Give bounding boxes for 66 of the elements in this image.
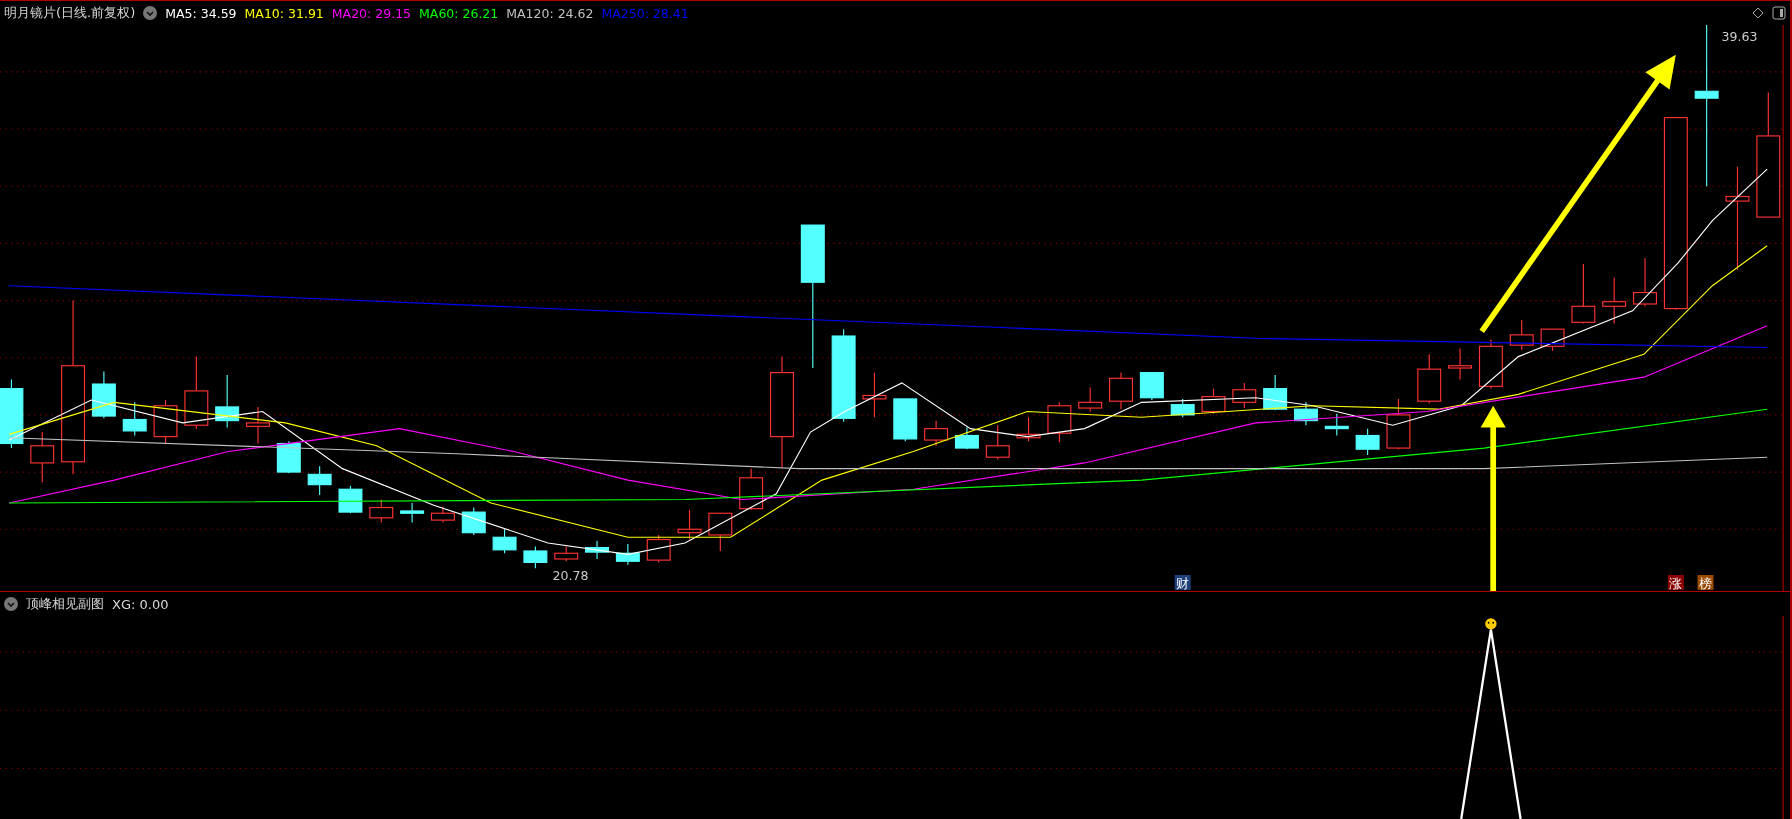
candlestick — [1478, 338, 1503, 390]
high-price-label: 39.63 — [1721, 29, 1758, 44]
candlestick — [739, 468, 764, 511]
candlestick — [1633, 257, 1657, 307]
candlestick — [1016, 416, 1041, 442]
candlestick — [1047, 401, 1072, 443]
candlestick — [1355, 428, 1380, 456]
candlestick — [30, 431, 55, 483]
ma-legend: MA20: 29.15 — [331, 5, 412, 21]
candlestick — [1448, 348, 1473, 381]
event-marker[interactable]: 财 — [1174, 575, 1191, 591]
diamond-icon[interactable] — [1752, 7, 1764, 19]
candlestick — [276, 440, 301, 474]
candlestick — [492, 528, 517, 554]
candlestick — [1109, 372, 1133, 410]
chart-title: 明月镜片(日线.前复权) — [4, 4, 136, 22]
candlestick — [430, 505, 455, 523]
candlestick — [954, 426, 979, 450]
candlestick — [554, 545, 579, 562]
candlestick — [585, 540, 610, 560]
candlestick — [307, 465, 332, 496]
candlestick — [91, 370, 116, 419]
indicator-value: XG: 0.00 — [112, 596, 169, 612]
candlestick — [1263, 374, 1288, 411]
ma-legend: MA250: 28.41 — [601, 5, 689, 21]
candlestick — [153, 399, 178, 445]
ma-legend: MA5: 34.59 — [165, 5, 237, 21]
candlestick — [862, 372, 887, 418]
smiley-icon — [1485, 618, 1497, 630]
candlestick — [215, 374, 240, 429]
candlestick — [1232, 382, 1257, 409]
ma-legend: MA10: 31.91 — [244, 5, 324, 21]
panel-icon[interactable] — [1772, 6, 1786, 20]
candlestick — [1201, 388, 1226, 415]
candlestick — [338, 485, 363, 514]
candlestick — [924, 420, 949, 447]
ma-legend: MA120: 24.62 — [506, 5, 594, 21]
candlestick — [985, 424, 1010, 461]
candlestick — [0, 378, 24, 449]
collapse-icon[interactable] — [4, 597, 18, 611]
candlestick — [1294, 401, 1318, 426]
candlestick — [1571, 263, 1596, 324]
candlestick — [461, 506, 486, 536]
candlestick — [1417, 353, 1442, 405]
candlestick — [893, 398, 918, 442]
candlestick — [708, 512, 733, 552]
low-price-label: 20.78 — [552, 567, 589, 583]
event-marker[interactable]: 涨 — [1667, 575, 1684, 591]
collapse-icon[interactable] — [143, 6, 158, 20]
candlestick — [615, 543, 640, 566]
candlestick — [246, 406, 270, 445]
candlestick — [1386, 398, 1411, 450]
candlestick — [122, 401, 147, 437]
candlestick — [1509, 319, 1534, 351]
candlestick — [1139, 372, 1164, 401]
candlestick — [1078, 386, 1103, 413]
candlestick — [677, 509, 702, 541]
candlestick — [1170, 398, 1195, 418]
candlestick — [646, 534, 671, 563]
ma-legend: MA60: 26.21 — [419, 5, 499, 21]
indicator-title: 顶峰相见副图 — [26, 595, 104, 613]
candlestick — [1602, 277, 1627, 324]
candlestick — [1324, 413, 1349, 437]
candlestick — [400, 502, 425, 523]
event-marker[interactable]: 榜 — [1697, 575, 1714, 591]
candlestick — [523, 545, 548, 569]
